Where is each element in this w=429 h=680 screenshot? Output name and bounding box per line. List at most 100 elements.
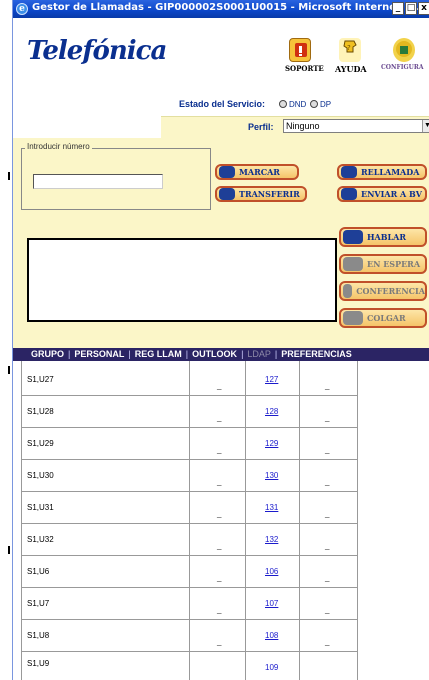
row-extension-link[interactable]: 131 [265, 503, 278, 512]
phone-icon [343, 230, 363, 244]
row-extension-link[interactable]: 109 [265, 663, 278, 672]
dial-legend: Introducir número [25, 142, 92, 151]
marcar-button[interactable]: MARCAR [215, 164, 299, 180]
row-extension-link[interactable]: 132 [265, 535, 278, 544]
hablar-button[interactable]: HABLAR [339, 227, 427, 247]
soporte-label[interactable]: SOPORTE [285, 64, 324, 73]
tab-preferencias[interactable]: PREFERENCIAS [281, 349, 352, 359]
row-cell-a: _ [217, 445, 222, 454]
row-extension-link[interactable]: 130 [265, 471, 278, 480]
en-espera-button[interactable]: EN ESPERA [339, 254, 427, 274]
transferir-label: TRANSFERIR [239, 189, 300, 199]
row-cell-b: _ [325, 637, 330, 646]
table-row[interactable]: S1,U9 109 [21, 649, 357, 680]
tab-outlook[interactable]: OUTLOOK [192, 349, 237, 359]
row-name: S1,U9 [27, 659, 50, 668]
row-cell-b: _ [325, 605, 330, 614]
en-espera-label: EN ESPERA [367, 259, 421, 269]
number-input[interactable] [33, 174, 163, 189]
redial-icon [341, 166, 357, 178]
row-extension-link[interactable]: 129 [265, 439, 278, 448]
rellamada-button[interactable]: RELLAMADA [337, 164, 427, 180]
edge-mark [8, 172, 10, 180]
window-title: Gestor de Llamadas - GIP000002S0001U0015… [32, 2, 423, 13]
tab-personal[interactable]: PERSONAL [74, 349, 124, 359]
transfer-icon [219, 188, 235, 200]
colgar-button[interactable]: COLGAR [339, 308, 427, 328]
row-cell-b: _ [325, 413, 330, 422]
row-cell-a: _ [217, 381, 222, 390]
table-row[interactable]: S1,U28 _ 128 _ [21, 397, 357, 428]
row-extension-link[interactable]: 128 [265, 407, 278, 416]
close-button[interactable]: x [418, 2, 429, 15]
row-name: S1,U31 [27, 503, 54, 512]
dp-radio[interactable] [310, 100, 318, 108]
row-extension-link[interactable]: 106 [265, 567, 278, 576]
maximize-button[interactable]: □ [405, 2, 417, 15]
keypad-icon [219, 166, 235, 178]
table-row[interactable]: S1,U8 _ 108 _ [21, 621, 357, 652]
tab-reg-llam[interactable]: REG LLAM [135, 349, 182, 359]
row-name: S1,U27 [27, 375, 54, 384]
tab-grupo[interactable]: GRUPO [31, 349, 64, 359]
voicemail-icon [341, 188, 357, 200]
ayuda-label[interactable]: AYUDA [335, 64, 367, 74]
title-bar[interactable]: e Gestor de Llamadas - GIP000002S0001U00… [13, 0, 429, 18]
table-row[interactable]: S1,U27 _ 127 _ [21, 365, 357, 396]
row-cell-a: _ [217, 541, 222, 550]
conferencia-label: CONFERENCIA [356, 286, 425, 296]
transferir-button[interactable]: TRANSFERIR [215, 186, 307, 202]
table-row[interactable]: S1,U30 _ 130 _ [21, 461, 357, 492]
row-name: S1,U7 [27, 599, 50, 608]
enviar-bv-label: ENVIAR A BV [361, 189, 422, 199]
minimize-button[interactable]: _ [392, 2, 404, 15]
configurar-icon[interactable] [393, 38, 415, 62]
soporte-icon[interactable] [289, 38, 311, 62]
table-row[interactable]: S1,U32 _ 132 _ [21, 525, 357, 556]
table-row[interactable]: S1,U7 _ 107 _ [21, 589, 357, 620]
dp-label: DP [320, 100, 332, 109]
browser-window: e Gestor de Llamadas - GIP000002S0001U00… [12, 0, 429, 680]
enviar-bv-button[interactable]: ENVIAR A BV [337, 186, 427, 202]
row-cell-b: _ [325, 445, 330, 454]
directory-table: S1,U27 _ 127 _ S1,U28 _ 128 _ S1,U29 _ 1… [13, 361, 429, 680]
telefonica-logo: Telefónica [27, 36, 167, 66]
dnd-label: DND [289, 100, 307, 109]
row-name: S1,U30 [27, 471, 54, 480]
configurar-label[interactable]: CONFIGURA [381, 64, 424, 71]
row-cell-a: _ [217, 413, 222, 422]
edge-mark [8, 546, 10, 554]
row-cell-b: _ [325, 573, 330, 582]
dnd-radio[interactable] [279, 100, 287, 108]
marcar-label: MARCAR [239, 167, 280, 177]
row-extension-link[interactable]: 107 [265, 599, 278, 608]
ayuda-icon[interactable]: ? [339, 38, 361, 62]
table-row[interactable]: S1,U29 _ 129 _ [21, 429, 357, 460]
row-name: S1,U28 [27, 407, 54, 416]
row-cell-a: _ [217, 477, 222, 486]
row-cell-a: _ [217, 605, 222, 614]
conference-icon [343, 284, 353, 298]
perfil-select[interactable]: Ninguno ▼ [283, 119, 429, 133]
logo-backdrop [13, 100, 161, 138]
desktop-edge [0, 0, 12, 680]
hangup-icon [343, 311, 363, 325]
app-header: Telefónica SOPORTE ? AYUDA CONFIGURA [13, 18, 429, 76]
row-extension-link[interactable]: 108 [265, 631, 278, 640]
colgar-label: COLGAR [367, 313, 406, 323]
edge-mark [8, 366, 10, 374]
service-status-label: Estado del Servicio: [179, 99, 266, 109]
conferencia-button[interactable]: CONFERENCIA [339, 281, 427, 301]
chevron-down-icon[interactable]: ▼ [422, 120, 429, 132]
hablar-label: HABLAR [367, 232, 407, 242]
table-row[interactable]: S1,U6 _ 106 _ [21, 557, 357, 588]
row-extension-link[interactable]: 127 [265, 375, 278, 384]
table-row[interactable]: S1,U31 _ 131 _ [21, 493, 357, 524]
perfil-label: Perfil: [248, 122, 274, 132]
row-cell-b: _ [325, 541, 330, 550]
row-name: S1,U32 [27, 535, 54, 544]
window-controls: _ □ x [392, 2, 429, 15]
svg-text:?: ? [347, 44, 351, 52]
row-name: S1,U6 [27, 567, 50, 576]
row-cell-b: _ [325, 381, 330, 390]
